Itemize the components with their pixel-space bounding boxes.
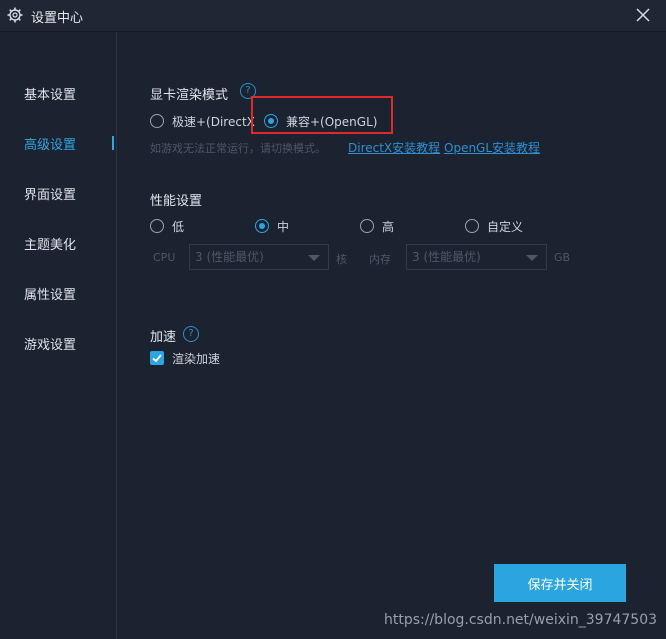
sidebar-item-properties[interactable]: 属性设置 [24, 284, 76, 303]
render-mode-title: 显卡渲染模式 [150, 88, 229, 103]
radio-directx[interactable] [150, 114, 164, 128]
close-icon[interactable] [632, 4, 654, 26]
sidebar-item-basic[interactable]: 基本设置 [24, 84, 76, 103]
sidebar: 基本设置 高级设置 界面设置 主题美化 属性设置 游戏设置 [0, 32, 117, 639]
radio-perf-medium-label: 中 [277, 220, 290, 234]
render-mode-hint: 如游戏无法正常运行，请切换模式。 [150, 142, 326, 155]
settings-panel: 显卡渲染模式 ? 极速+(DirectX 兼容+(OpenGL) 如游戏无法正常… [117, 32, 666, 639]
help-icon[interactable]: ? [183, 326, 199, 342]
gear-icon [7, 7, 23, 23]
render-accel-checkbox[interactable] [150, 351, 164, 365]
memory-select[interactable]: 3 (性能最优) [406, 244, 547, 270]
save-and-close-button[interactable]: 保存并关闭 [494, 564, 626, 602]
radio-opengl[interactable] [264, 114, 278, 128]
chevron-down-icon [308, 255, 320, 261]
acceleration-title: 加速 [150, 330, 177, 345]
radio-perf-medium[interactable] [255, 219, 269, 233]
window-title: 设置中心 [31, 11, 84, 26]
title-bar: 设置中心 [0, 0, 666, 32]
radio-perf-high-label: 高 [382, 220, 395, 234]
radio-perf-high[interactable] [360, 219, 374, 233]
sidebar-item-game[interactable]: 游戏设置 [24, 334, 76, 353]
cpu-select-value: 3 (性能最优) [195, 250, 264, 264]
performance-title: 性能设置 [150, 194, 203, 209]
radio-perf-custom[interactable] [465, 219, 479, 233]
active-indicator [112, 136, 114, 150]
sidebar-item-interface[interactable]: 界面设置 [24, 184, 76, 203]
radio-perf-low-label: 低 [172, 220, 185, 234]
sidebar-item-theme[interactable]: 主题美化 [24, 234, 76, 253]
directx-tutorial-link[interactable]: DirectX安装教程 [348, 139, 440, 156]
cpu-unit: 核 [336, 253, 347, 266]
memory-label: 内存 [369, 253, 391, 266]
chevron-down-icon [526, 255, 538, 261]
radio-opengl-label: 兼容+(OpenGL) [286, 115, 378, 129]
check-icon [152, 354, 162, 363]
radio-perf-low[interactable] [150, 219, 164, 233]
sidebar-item-advanced[interactable]: 高级设置 [24, 134, 76, 153]
render-accel-label: 渲染加速 [172, 352, 221, 366]
cpu-select[interactable]: 3 (性能最优) [189, 244, 329, 270]
opengl-tutorial-link[interactable]: OpenGL安装教程 [444, 139, 540, 156]
memory-select-value: 3 (性能最优) [412, 250, 481, 264]
memory-unit: GB [554, 251, 571, 264]
cpu-label: CPU [153, 251, 176, 264]
radio-directx-label: 极速+(DirectX [172, 115, 255, 129]
radio-perf-custom-label: 自定义 [487, 220, 524, 234]
watermark-text: https://blog.csdn.net/weixin_39747503 [384, 612, 658, 628]
